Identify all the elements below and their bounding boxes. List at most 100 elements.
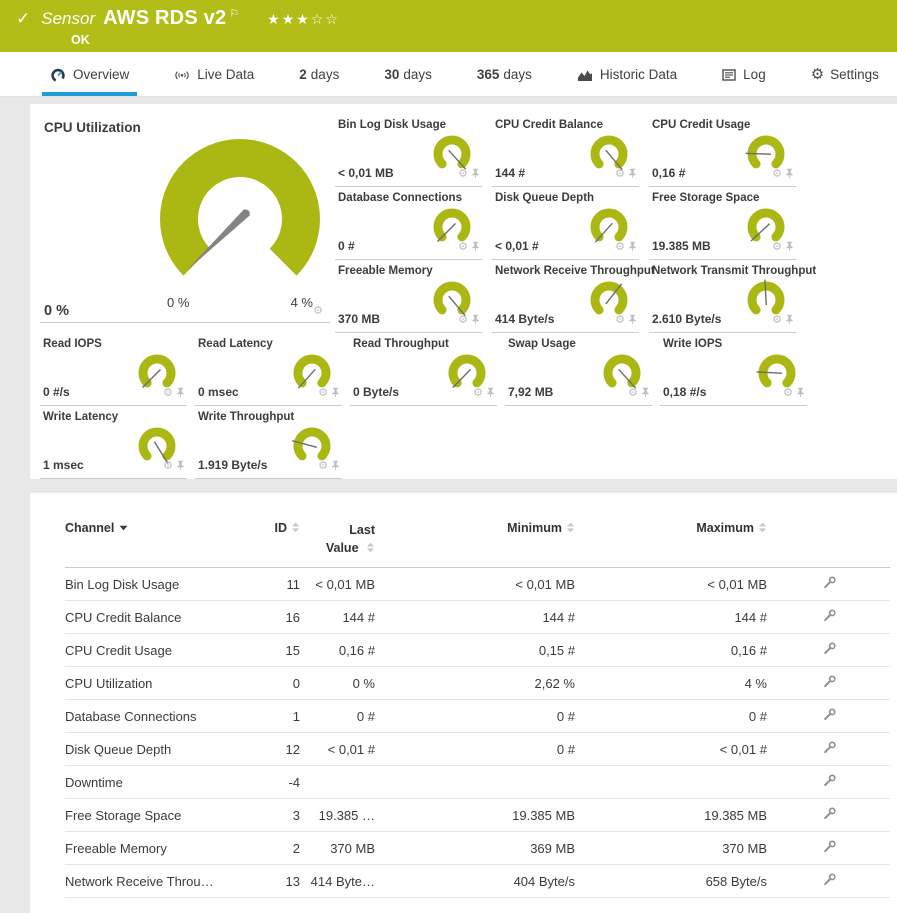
edit-channel-wrench-icon[interactable] (823, 873, 836, 889)
edit-channel-wrench-icon[interactable] (823, 675, 836, 691)
gear-icon[interactable]: ⚙ (783, 388, 793, 399)
gear-icon[interactable]: ⚙ (458, 242, 468, 253)
tab-2-days[interactable]: 2days (291, 52, 347, 96)
gauge-title: Swap Usage (508, 338, 576, 350)
gauge-tile-write-throughput[interactable]: Write Throughput1.919 Byte/s⚙ (195, 406, 342, 479)
edit-channel-wrench-icon[interactable] (823, 576, 836, 592)
tab-30-days[interactable]: 30days (376, 52, 440, 96)
column-header-id[interactable]: ID (265, 521, 300, 535)
column-header-minimum[interactable]: Minimum (375, 521, 575, 535)
gauge-value: 0 #/s (43, 385, 70, 399)
gear-icon[interactable]: ⚙ (318, 461, 328, 472)
gauge-grid-top: Bin Log Disk Usage< 0,01 MB⚙CPU Credit B… (335, 114, 807, 333)
tab-overview[interactable]: Overview (42, 52, 137, 96)
column-header-last-value[interactable]: Last Value (300, 521, 375, 557)
pin-icon[interactable] (176, 384, 185, 402)
pin-icon[interactable] (785, 165, 794, 183)
gauge-tile-read-latency[interactable]: Read Latency0 msec⚙ (195, 333, 342, 406)
tab-historic-data[interactable]: Historic Data (569, 52, 685, 96)
pin-icon[interactable] (641, 384, 650, 402)
tab-settings[interactable]: ⚙Settings (803, 52, 887, 96)
tab-365-days[interactable]: 365days (469, 52, 540, 96)
gauge-tile-disk-queue-depth[interactable]: Disk Queue Depth< 0,01 #⚙ (492, 187, 639, 260)
gauge-title: Free Storage Space (652, 192, 759, 204)
edit-channel-wrench-icon[interactable] (823, 708, 836, 724)
last-value-cell: 144 # (300, 610, 375, 625)
edit-channel-wrench-icon[interactable] (823, 642, 836, 658)
pin-icon[interactable] (785, 311, 794, 329)
gauge-tile-network-receive-throughput[interactable]: Network Receive Throughput414 Byte/s⚙ (492, 260, 639, 333)
row-actions (767, 609, 847, 625)
gauge-scale: 0 % 4 % (155, 295, 325, 310)
pin-icon[interactable] (628, 238, 637, 256)
pin-icon[interactable] (486, 384, 495, 402)
pin-icon[interactable] (471, 311, 480, 329)
tab-label-strong: 30 (384, 67, 399, 82)
pin-icon[interactable] (628, 311, 637, 329)
gauge-tile-read-throughput[interactable]: Read Throughput0 Byte/s⚙ (350, 333, 497, 406)
sensor-kind-label: Sensor (41, 9, 95, 29)
gauge-tile-cpu-credit-balance[interactable]: CPU Credit Balance144 #⚙ (492, 114, 639, 187)
pin-icon[interactable] (176, 457, 185, 475)
gear-icon[interactable]: ⚙ (458, 315, 468, 326)
column-label: Channel (65, 521, 114, 535)
tab-label: Historic Data (600, 67, 677, 82)
pin-icon[interactable] (471, 165, 480, 183)
sort-icon (366, 542, 375, 556)
pin-icon[interactable] (785, 238, 794, 256)
id-cell: 15 (265, 643, 300, 658)
table-row: Downtime-4 (65, 766, 890, 799)
pin-icon[interactable] (628, 165, 637, 183)
edit-channel-wrench-icon[interactable] (823, 741, 836, 757)
gear-icon[interactable]: ⚙ (163, 461, 173, 472)
gear-icon[interactable]: ⚙ (772, 315, 782, 326)
edit-channel-wrench-icon[interactable] (823, 774, 836, 790)
gear-icon[interactable]: ⚙ (163, 388, 173, 399)
minimum-cell: < 0,01 MB (375, 577, 575, 592)
gear-icon[interactable]: ⚙ (473, 388, 483, 399)
gauge-tile-freeable-memory[interactable]: Freeable Memory370 MB⚙ (335, 260, 482, 333)
gear-icon[interactable]: ⚙ (458, 169, 468, 180)
id-cell: -4 (265, 775, 300, 790)
edit-channel-wrench-icon[interactable] (823, 840, 836, 856)
gear-icon[interactable]: ⚙ (772, 242, 782, 253)
edit-channel-wrench-icon[interactable] (823, 807, 836, 823)
gear-icon[interactable]: ⚙ (615, 315, 625, 326)
gauge-tile-read-iops[interactable]: Read IOPS0 #/s⚙ (40, 333, 187, 406)
gauge-tile-write-iops[interactable]: Write IOPS0,18 #/s⚙ (660, 333, 807, 406)
id-cell: 12 (265, 742, 300, 757)
minimum-cell: 2,62 % (375, 676, 575, 691)
gauge-value: 0,18 #/s (663, 385, 706, 399)
tab-log[interactable]: Log (714, 52, 774, 96)
tile-actions: ⚙ (458, 238, 480, 256)
pin-icon[interactable] (331, 457, 340, 475)
flag-icon[interactable]: ⚐ (229, 7, 239, 20)
gauge-tile-swap-usage[interactable]: Swap Usage7,92 MB⚙ (505, 333, 652, 406)
pin-icon[interactable] (471, 238, 480, 256)
gauge-tile-cpu-credit-usage[interactable]: CPU Credit Usage0,16 #⚙ (649, 114, 796, 187)
gauge-tile-bin-log-disk-usage[interactable]: Bin Log Disk Usage< 0,01 MB⚙ (335, 114, 482, 187)
star-rating[interactable]: ★★★☆☆ (267, 11, 340, 28)
pin-icon[interactable] (331, 384, 340, 402)
gear-icon: ⚙ (811, 65, 824, 83)
gear-icon[interactable]: ⚙ (318, 388, 328, 399)
column-header-maximum[interactable]: Maximum (575, 521, 767, 535)
gauge-tile-write-latency[interactable]: Write Latency1 msec⚙ (40, 406, 187, 479)
sensor-title: AWS RDS v2 (103, 7, 226, 30)
column-header-channel[interactable]: Channel (65, 521, 265, 535)
gauge-tile-cpu-utilization[interactable]: CPU Utilization 0 % 4 % 0 % ⚙ (40, 114, 330, 323)
gauge-value: 370 MB (338, 312, 380, 326)
gear-icon[interactable]: ⚙ (615, 242, 625, 253)
gear-icon[interactable]: ⚙ (313, 306, 323, 317)
pin-icon[interactable] (796, 384, 805, 402)
gauge-tile-database-connections[interactable]: Database Connections0 #⚙ (335, 187, 482, 260)
edit-channel-wrench-icon[interactable] (823, 609, 836, 625)
gauge-title: CPU Utilization (44, 120, 141, 135)
gauge-tile-network-transmit-throughput[interactable]: Network Transmit Throughput2.610 Byte/s⚙ (649, 260, 796, 333)
gear-icon[interactable]: ⚙ (628, 388, 638, 399)
gear-icon[interactable]: ⚙ (615, 169, 625, 180)
tab-live-data[interactable]: Live Data (166, 52, 262, 96)
id-cell: 16 (265, 610, 300, 625)
gauge-tile-free-storage-space[interactable]: Free Storage Space19.385 MB⚙ (649, 187, 796, 260)
gear-icon[interactable]: ⚙ (772, 169, 782, 180)
